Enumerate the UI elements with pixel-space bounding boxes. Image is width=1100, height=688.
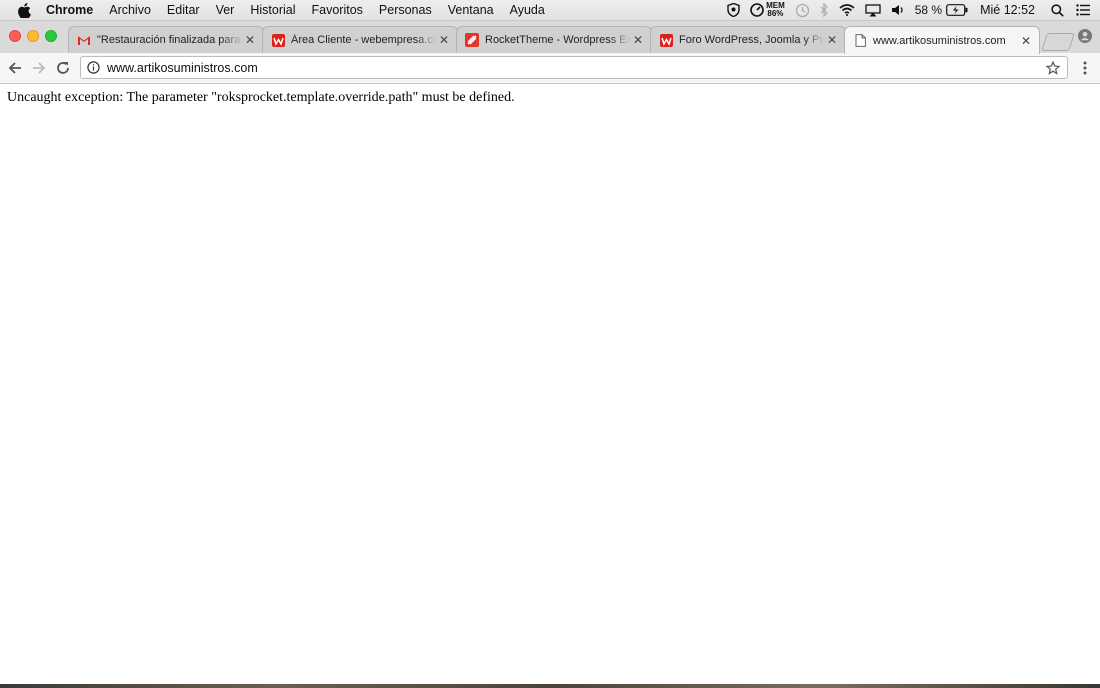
webempresa-icon [659, 33, 673, 47]
tab-close-icon[interactable]: ✕ [631, 33, 645, 47]
window-maximize-button[interactable] [45, 30, 57, 42]
battery-charging-icon[interactable] [946, 4, 968, 16]
macos-menu-bar: Chrome Archivo Editar Ver Historial Favo… [0, 0, 1100, 21]
page-content: Uncaught exception: The parameter "roksp… [0, 84, 1100, 684]
mem-value: 86% [767, 9, 784, 18]
bluetooth-icon[interactable] [820, 3, 829, 17]
tab-title: Foro WordPress, Joomla y Pre [679, 34, 825, 46]
volume-icon[interactable] [891, 4, 905, 16]
menu-personas[interactable]: Personas [379, 3, 432, 17]
desktop-background-strip [0, 684, 1100, 688]
address-bar[interactable]: www.artikosuministros.com [80, 56, 1068, 79]
url-text[interactable]: www.artikosuministros.com [107, 61, 1045, 75]
tab-rockettheme[interactable]: RocketTheme - Wordpress Ext ✕ [456, 26, 652, 53]
tab-title: Área Cliente - webempresa.co [291, 34, 437, 46]
airplay-icon[interactable] [865, 3, 881, 17]
menu-ayuda[interactable]: Ayuda [510, 3, 545, 17]
tab-title: "Restauración finalizada para [97, 34, 241, 46]
wifi-icon[interactable] [839, 4, 855, 16]
spotlight-search-icon[interactable] [1051, 3, 1064, 17]
window-minimize-button[interactable] [27, 30, 39, 42]
tab-area-cliente[interactable]: Área Cliente - webempresa.co ✕ [262, 26, 458, 53]
page-icon [853, 34, 867, 48]
tab-close-icon[interactable]: ✕ [825, 33, 839, 47]
menu-ventana[interactable]: Ventana [448, 3, 494, 17]
menu-editar[interactable]: Editar [167, 3, 200, 17]
menu-app-name[interactable]: Chrome [46, 3, 93, 17]
bookmark-star-icon[interactable] [1045, 60, 1061, 76]
menu-historial[interactable]: Historial [250, 3, 295, 17]
memory-gauge-icon[interactable]: MEM 86% [750, 2, 785, 18]
tab-close-icon[interactable]: ✕ [1019, 34, 1033, 48]
tab-foro[interactable]: Foro WordPress, Joomla y Pre ✕ [650, 26, 846, 53]
tab-gmail[interactable]: "Restauración finalizada para ✕ [68, 26, 264, 53]
site-info-icon[interactable] [86, 61, 100, 75]
forward-arrow-icon[interactable] [31, 60, 47, 76]
tab-title: RocketTheme - Wordpress Ext [485, 34, 631, 46]
tab-strip: "Restauración finalizada para ✕ Área Cli… [0, 21, 1100, 54]
back-arrow-icon[interactable] [7, 60, 23, 76]
tab-close-icon[interactable]: ✕ [243, 33, 257, 47]
tab-close-icon[interactable]: ✕ [437, 33, 451, 47]
reload-icon[interactable] [55, 60, 71, 76]
menu-ver[interactable]: Ver [216, 3, 235, 17]
apple-icon[interactable] [16, 2, 32, 18]
webempresa-icon [271, 33, 285, 47]
menu-favoritos[interactable]: Favoritos [312, 3, 363, 17]
chrome-menu-icon[interactable] [1078, 60, 1092, 76]
shield-icon[interactable] [727, 3, 740, 17]
rockettheme-icon [465, 33, 479, 47]
tab-artikosuministros[interactable]: www.artikosuministros.com ✕ [844, 26, 1040, 54]
clock[interactable]: Mié 12:52 [980, 3, 1035, 17]
browser-toolbar: www.artikosuministros.com [0, 53, 1100, 84]
window-close-button[interactable] [9, 30, 21, 42]
tab-title: www.artikosuministros.com [873, 34, 1006, 47]
error-message: Uncaught exception: The parameter "roksp… [7, 90, 515, 105]
menu-archivo[interactable]: Archivo [109, 3, 151, 17]
profile-icon[interactable] [1078, 29, 1092, 43]
notification-center-icon[interactable] [1076, 4, 1090, 16]
new-tab-button[interactable] [1041, 33, 1075, 51]
time-machine-icon[interactable] [795, 3, 810, 18]
battery-percentage[interactable]: 58 % [915, 3, 942, 17]
gmail-icon [77, 33, 91, 47]
